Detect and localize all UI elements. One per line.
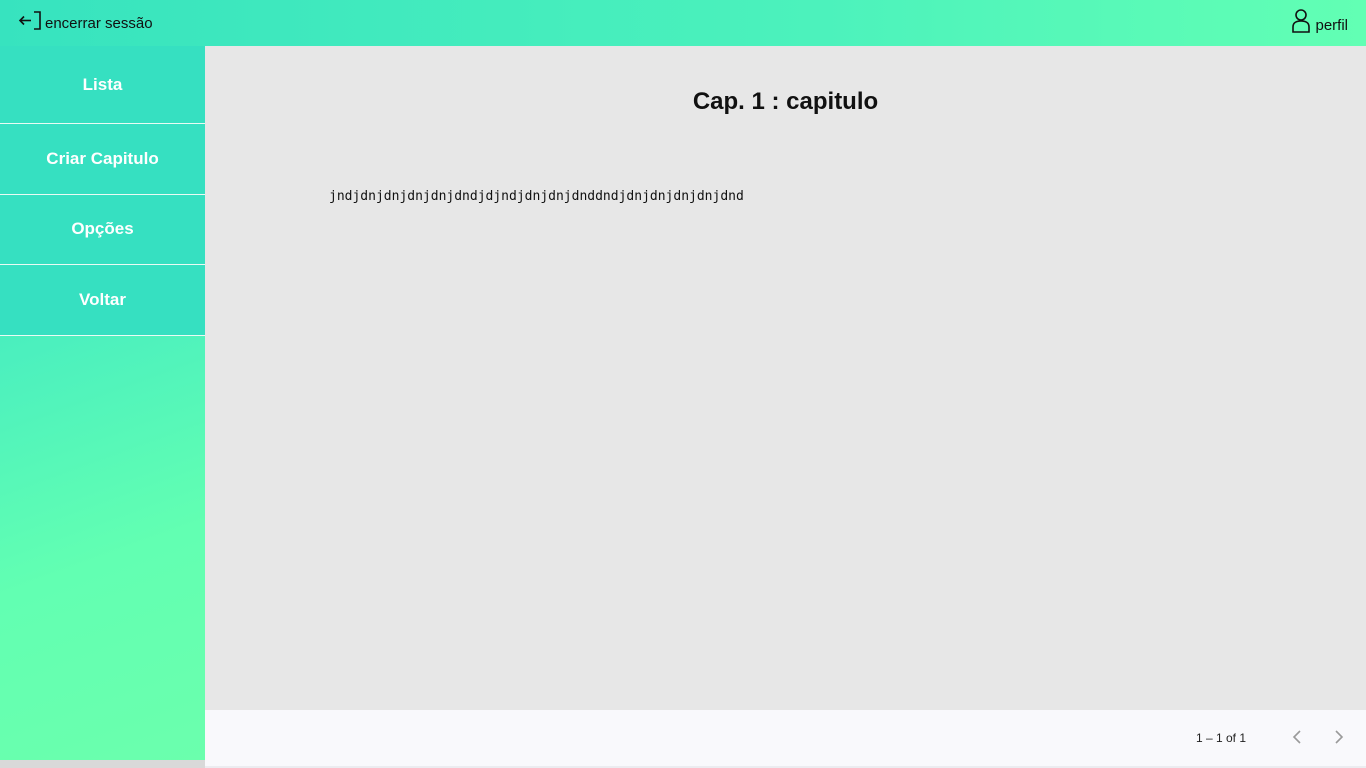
sidebar-item-lista[interactable]: Lista: [0, 46, 205, 124]
sidebar-item-label: Opções: [71, 219, 134, 239]
chapter-title: Cap. 1 : capitulo: [692, 88, 879, 115]
sidebar: Lista Criar Capitulo Opções Voltar: [0, 46, 205, 760]
sidebar-item-voltar[interactable]: Voltar: [0, 265, 205, 336]
profile-label: perfil: [1315, 17, 1348, 34]
paginator-range-label: 1 – 1 of 1: [1195, 731, 1246, 745]
user-icon: [1291, 8, 1311, 34]
chapter-view: Cap. 1 : capitulo jndjdnjdnjdnjdnjdndjdj…: [205, 46, 1366, 710]
chevron-right-icon: [1332, 729, 1344, 749]
chevron-left-icon: [1292, 729, 1304, 749]
logout-label: encerrar sessão: [45, 15, 153, 32]
sidebar-item-label: Voltar: [79, 289, 126, 309]
chapter-text: jndjdnjdnjdnjdnjdndjdjndjdnjdnjdnddndjdn…: [329, 189, 744, 204]
sidebar-item-label: Criar Capitulo: [46, 148, 159, 168]
sidebar-item-criar-capitulo[interactable]: Criar Capitulo: [0, 124, 205, 195]
sidebar-bottom-strip: [0, 760, 205, 768]
top-bar: encerrar sessão perfil: [0, 0, 1366, 46]
profile-button[interactable]: perfil: [1291, 8, 1348, 34]
paginator: 1 – 1 of 1: [205, 710, 1366, 768]
previous-page-button[interactable]: [1286, 727, 1310, 751]
sidebar-item-label: Lista: [82, 74, 123, 94]
logout-icon: [17, 9, 43, 31]
sidebar-item-opcoes[interactable]: Opções: [0, 194, 205, 265]
next-page-button[interactable]: [1326, 727, 1350, 751]
logout-button[interactable]: encerrar sessão: [17, 9, 153, 32]
